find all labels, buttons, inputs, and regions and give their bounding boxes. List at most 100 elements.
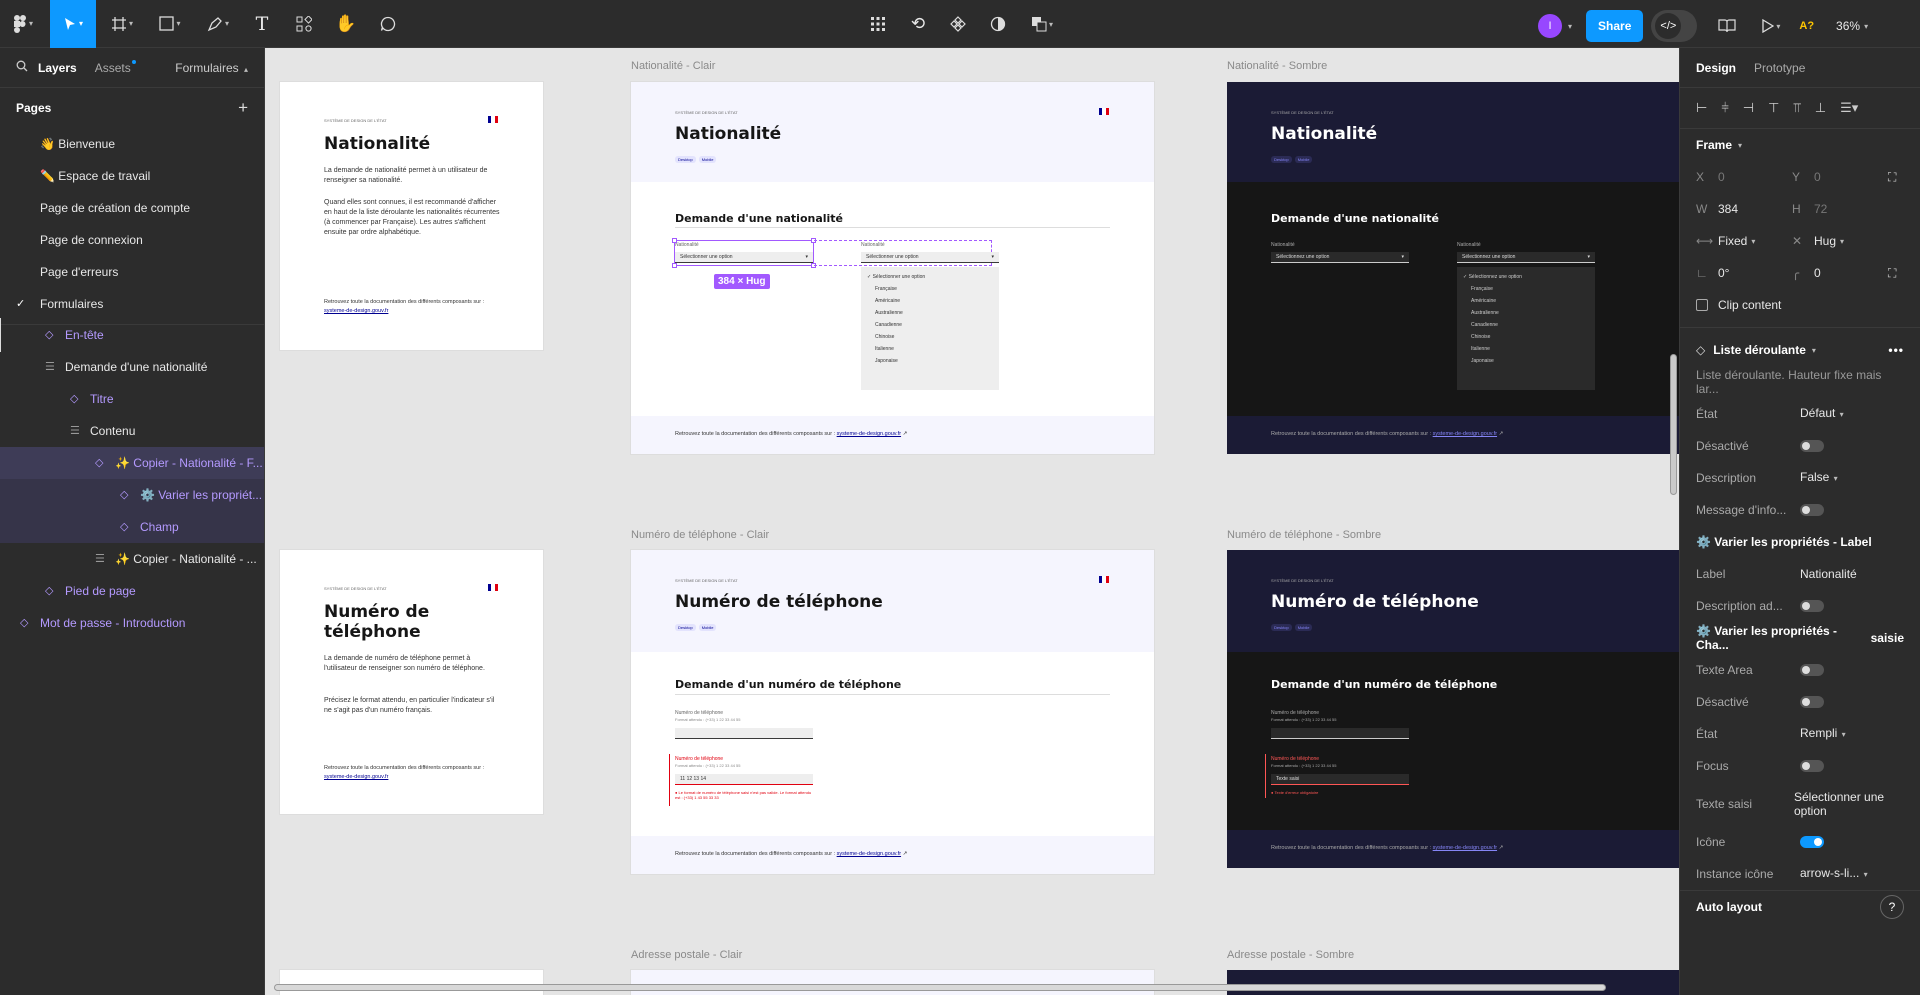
constraints-icon[interactable]: ⛶ xyxy=(1888,170,1896,185)
rotation-field[interactable]: ∟ 0° xyxy=(1696,266,1792,280)
search-icon[interactable] xyxy=(16,60,28,75)
y-field[interactable]: Y0 xyxy=(1792,170,1888,184)
property-select[interactable]: Rempli ▾ xyxy=(1800,726,1846,742)
frame-intro-nationalite[interactable]: SYSTÈME DE DESIGN DE L'ÉTAT Nationalité … xyxy=(280,82,543,350)
layer-item[interactable]: ☰ ✨ Copier - Nationalité - ... xyxy=(0,543,264,575)
resize-handle[interactable] xyxy=(672,263,677,268)
tab-prototype[interactable]: Prototype xyxy=(1754,61,1805,75)
footer-link[interactable]: systeme-de-design.gouv.fr xyxy=(837,851,901,857)
tab-layers[interactable]: Layers xyxy=(38,61,77,75)
phone-input[interactable] xyxy=(1271,728,1409,739)
align-left-icon[interactable]: ⊢ xyxy=(1696,100,1707,116)
x-field[interactable]: X0 xyxy=(1696,170,1792,184)
dropdown-menu[interactable]: ✓ Sélectionner une option Française Améric… xyxy=(861,267,999,390)
dropdown-option[interactable]: Française xyxy=(1457,283,1595,295)
dropdown-option[interactable]: Australienne xyxy=(861,307,999,319)
h-field[interactable]: H 72 xyxy=(1792,202,1888,216)
layer-item[interactable]: ◇ Champ xyxy=(0,511,264,543)
grid-icon[interactable] xyxy=(860,6,896,42)
property-value[interactable]: Nationalité xyxy=(1800,567,1857,581)
dev-mode-toggle[interactable]: </> xyxy=(1651,10,1698,42)
align-bottom-icon[interactable]: ⊥ xyxy=(1815,100,1826,116)
layer-item[interactable]: ☰ Demande d'une nationalité xyxy=(0,351,264,383)
resize-handle[interactable] xyxy=(672,238,677,243)
hand-tool-icon[interactable]: ✋ xyxy=(328,6,364,42)
layer-item[interactable]: ☰ Contenu xyxy=(0,415,264,447)
layer-item[interactable]: ◇ Mot de passe - Introduction xyxy=(0,607,264,639)
pen-tool-icon[interactable]: ▾ xyxy=(196,6,240,42)
dropdown-option[interactable]: ✓ Sélectionner une option xyxy=(861,271,999,283)
page-switcher[interactable]: Formulaires ▴ xyxy=(175,61,248,75)
property-toggle[interactable] xyxy=(1800,440,1824,452)
select-field[interactable]: Sélectionnez une option ▾ xyxy=(1271,252,1409,263)
height-mode-select[interactable]: ✕ Hug ▾ xyxy=(1792,234,1888,248)
frame-tool-icon[interactable]: ▾ xyxy=(100,6,144,42)
horizontal-scrollbar[interactable] xyxy=(274,984,1606,991)
dropdown-option[interactable]: Américaine xyxy=(1457,295,1595,307)
contrast-icon[interactable] xyxy=(980,6,1016,42)
phone-input-error[interactable]: 11 12 13 14 xyxy=(675,774,813,785)
property-select[interactable]: False ▾ xyxy=(1800,470,1838,486)
shape-tool-icon[interactable]: ▾ xyxy=(148,6,192,42)
frame-adresse-sombre[interactable] xyxy=(1227,970,1679,995)
chevron-down-icon[interactable]: ▾ xyxy=(1568,22,1572,31)
radius-field[interactable]: ╭ 0 xyxy=(1792,266,1888,280)
dropdown-option[interactable]: Canadienne xyxy=(1457,319,1595,331)
page-item[interactable]: 👋 Bienvenue xyxy=(0,128,264,160)
property-toggle[interactable] xyxy=(1800,664,1824,676)
property-select[interactable]: Défaut ▾ xyxy=(1800,406,1844,422)
frame-label-tel-clair[interactable]: Numéro de téléphone - Clair xyxy=(631,529,769,541)
play-icon[interactable]: ▾ xyxy=(1749,8,1793,44)
align-middle-v-icon[interactable]: ⫪ xyxy=(1793,100,1800,116)
frame-label-tel-sombre[interactable]: Numéro de téléphone - Sombre xyxy=(1227,529,1381,541)
vertical-scrollbar[interactable] xyxy=(1670,354,1677,495)
property-toggle[interactable] xyxy=(1800,696,1824,708)
select-field-open[interactable]: Sélectionnez une option ▾ xyxy=(1457,252,1595,263)
frame-nationalite-clair[interactable]: SYSTÈME DE DESIGN DE L'ÉTAT Nationalité … xyxy=(631,82,1154,454)
align-center-h-icon[interactable]: ⫩ xyxy=(1721,100,1728,116)
layer-item[interactable]: ◇ Pied de page xyxy=(0,575,264,607)
frame-header[interactable]: Frame ▾ xyxy=(1696,129,1904,161)
frame-telephone-clair[interactable]: SYSTÈME DE DESIGN DE L'ÉTAT Numéro de té… xyxy=(631,550,1154,874)
avatar[interactable]: I xyxy=(1538,14,1562,38)
boolean-icon[interactable]: ▾ xyxy=(1020,6,1064,42)
champ-section-header[interactable]: ⚙️ Varier les propriétés - Cha... saisie xyxy=(1696,622,1904,654)
expand-radius-icon[interactable]: ⛶ xyxy=(1888,266,1896,281)
dropdown-option[interactable]: Italienne xyxy=(1457,343,1595,355)
text-tool-icon[interactable]: T xyxy=(244,6,280,42)
page-item[interactable]: Page d'erreurs xyxy=(0,256,264,288)
component-header[interactable]: ◇ Liste déroulante ▾ ••• xyxy=(1696,334,1904,366)
phone-input-error[interactable]: Texte saisi xyxy=(1271,774,1409,785)
dropdown-option[interactable]: Française xyxy=(861,283,999,295)
w-field[interactable]: W 384 xyxy=(1696,202,1792,216)
layer-item[interactable]: ◇ ✨ Copier - Nationalité - F... xyxy=(0,447,264,479)
frame-label-adr-clair[interactable]: Adresse postale - Clair xyxy=(631,949,742,961)
dropdown-option[interactable]: Chinoise xyxy=(1457,331,1595,343)
property-toggle[interactable] xyxy=(1800,760,1824,772)
dropdown-option[interactable]: Japonaise xyxy=(1457,355,1595,367)
frame-intro-telephone[interactable]: SYSTÈME DE DESIGN DE L'ÉTAT Numéro de té… xyxy=(280,550,543,814)
page-item[interactable]: ✏️ Espace de travail xyxy=(0,160,264,192)
label-section-header[interactable]: ⚙️ Varier les propriétés - Label xyxy=(1696,526,1904,558)
tab-design[interactable]: Design xyxy=(1696,61,1736,75)
add-page-icon[interactable]: + xyxy=(238,98,248,118)
intro-link[interactable]: systeme-de-design.gouv.fr xyxy=(324,308,388,314)
reset-icon[interactable]: ⟲ xyxy=(900,6,936,42)
distribute-icon[interactable]: ☰▾ xyxy=(1840,100,1858,116)
align-right-icon[interactable]: ⊣ xyxy=(1743,100,1754,116)
property-toggle[interactable] xyxy=(1800,836,1824,848)
more-icon[interactable]: ••• xyxy=(1888,343,1904,357)
frame-label-nat-sombre[interactable]: Nationalité - Sombre xyxy=(1227,60,1327,72)
select-field-open[interactable]: Sélectionner une option ▾ xyxy=(861,252,999,263)
frame-adresse-clair[interactable] xyxy=(631,970,1154,995)
dropdown-option[interactable]: Chinoise xyxy=(861,331,999,343)
dropdown-menu[interactable]: ✓ Sélectionnez une option Française Améric… xyxy=(1457,267,1595,390)
layer-item[interactable]: ◇ Titre xyxy=(0,383,264,415)
figma-menu-icon[interactable]: ▾ xyxy=(6,6,40,42)
move-tool-icon[interactable]: ▾ xyxy=(50,0,96,48)
dropdown-option[interactable]: Américaine xyxy=(861,295,999,307)
book-icon[interactable] xyxy=(1709,8,1745,44)
frame-nationalite-sombre[interactable]: SYSTÈME DE DESIGN DE L'ÉTAT Nationalité … xyxy=(1227,82,1679,454)
property-select[interactable]: arrow-s-li... ▾ xyxy=(1800,866,1868,882)
dropdown-option[interactable]: Australienne xyxy=(1457,307,1595,319)
